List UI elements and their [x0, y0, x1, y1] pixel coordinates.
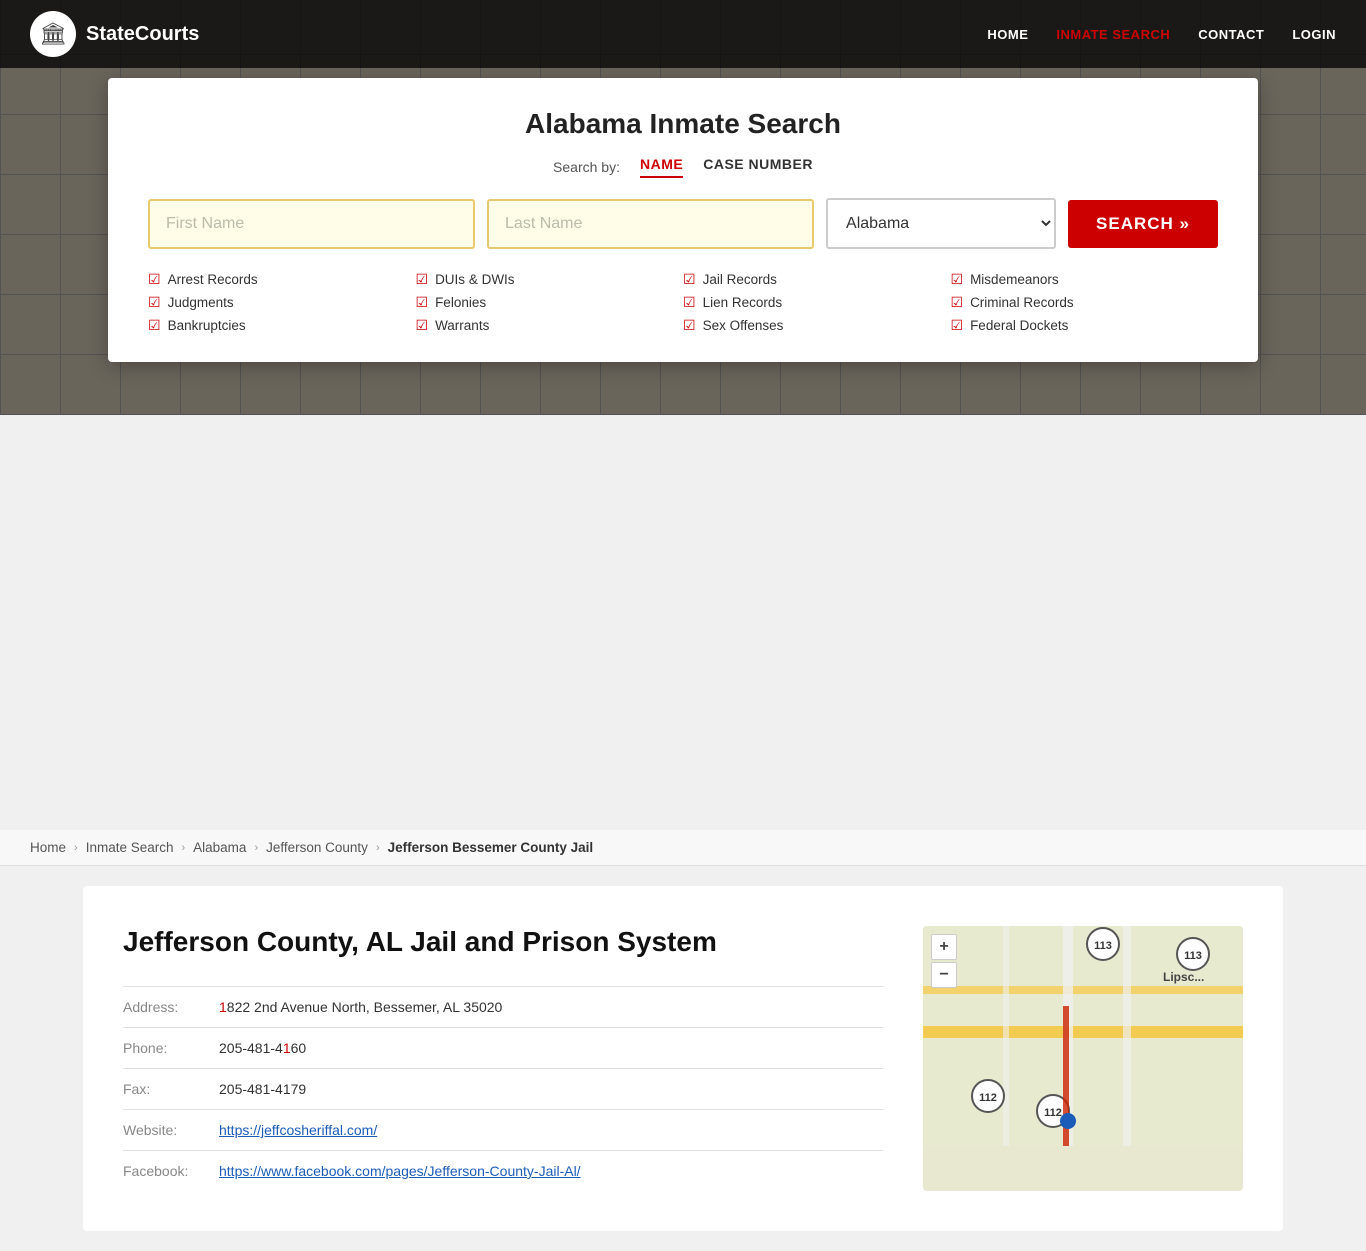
- breadcrumb-chevron: ›: [181, 842, 185, 854]
- map-svg: 113 113 112 112 Lipsc...: [923, 926, 1243, 1146]
- breadcrumb-chevron: ›: [376, 842, 380, 854]
- feature-label: Misdemeanors: [970, 272, 1059, 287]
- feature-felonies: ☑ Felonies: [416, 294, 684, 311]
- feature-federal-dockets: ☑ Federal Dockets: [951, 317, 1219, 334]
- address-label: Address:: [123, 999, 203, 1015]
- state-select[interactable]: Alabama Alaska Arizona Arkansas Californ…: [826, 198, 1056, 249]
- svg-text:112: 112: [1044, 1107, 1062, 1119]
- check-icon: ☑: [416, 317, 429, 334]
- check-icon: ☑: [951, 271, 964, 288]
- jail-title: Jefferson County, AL Jail and Prison Sys…: [123, 926, 883, 958]
- feature-label: Jail Records: [703, 272, 777, 287]
- feature-criminal-records: ☑ Criminal Records: [951, 294, 1219, 311]
- breadcrumb: Home › Inmate Search › Alabama › Jeffers…: [0, 830, 1366, 866]
- svg-text:112: 112: [979, 1092, 997, 1104]
- tab-case-number[interactable]: CASE NUMBER: [703, 156, 813, 178]
- search-button[interactable]: SEARCH »: [1068, 200, 1218, 248]
- breadcrumb-chevron: ›: [74, 842, 78, 854]
- logo-area: 🏛 StateCourts: [30, 11, 199, 57]
- feature-label: Arrest Records: [168, 272, 258, 287]
- feature-label: Felonies: [435, 295, 486, 310]
- nav-home[interactable]: HOME: [987, 27, 1028, 42]
- check-icon: ☑: [951, 294, 964, 311]
- breadcrumb-inmate-search[interactable]: Inmate Search: [86, 840, 174, 855]
- last-name-input[interactable]: [487, 199, 814, 249]
- feature-label: Judgments: [168, 295, 234, 310]
- breadcrumb-jefferson-county[interactable]: Jefferson County: [266, 840, 368, 855]
- breadcrumb-alabama[interactable]: Alabama: [193, 840, 246, 855]
- feature-jail-records: ☑ Jail Records: [683, 271, 951, 288]
- first-name-input[interactable]: [148, 199, 475, 249]
- feature-label: Warrants: [435, 318, 489, 333]
- address-text: 822 2nd Avenue North, Bessemer, AL 35020: [227, 999, 503, 1015]
- main-content: Jefferson County, AL Jail and Prison Sys…: [83, 886, 1283, 1231]
- svg-text:Lipsc...: Lipsc...: [1163, 970, 1204, 984]
- phone-label: Phone:: [123, 1040, 203, 1056]
- feature-judgments: ☑ Judgments: [148, 294, 416, 311]
- map-placeholder: 113 113 112 112 Lipsc... + −: [923, 926, 1243, 1146]
- breadcrumb-chevron: ›: [254, 842, 258, 854]
- feature-arrest-records: ☑ Arrest Records: [148, 271, 416, 288]
- check-icon: ☑: [416, 271, 429, 288]
- fax-value: 205-481-4179: [219, 1081, 306, 1097]
- fax-label: Fax:: [123, 1081, 203, 1097]
- check-icon: ☑: [683, 294, 696, 311]
- check-icon: ☑: [683, 317, 696, 334]
- map-zoom-out[interactable]: −: [931, 962, 957, 988]
- website-row: Website: https://jeffcosheriffal.com/: [123, 1109, 883, 1150]
- check-icon: ☑: [683, 271, 696, 288]
- feature-label: Sex Offenses: [703, 318, 784, 333]
- phone-value: 205-481-4160: [219, 1040, 306, 1056]
- nav-contact[interactable]: CONTACT: [1198, 27, 1264, 42]
- feature-warrants: ☑ Warrants: [416, 317, 684, 334]
- search-inputs-row: Alabama Alaska Arizona Arkansas Californ…: [148, 198, 1218, 249]
- nav-links: HOME INMATE SEARCH CONTACT LOGIN: [987, 27, 1336, 42]
- check-icon: ☑: [148, 271, 161, 288]
- search-modal: Alabama Inmate Search Search by: NAME CA…: [108, 78, 1258, 362]
- breadcrumb-current: Jefferson Bessemer County Jail: [388, 840, 594, 855]
- logo-icon: 🏛: [30, 11, 76, 57]
- check-icon: ☑: [148, 294, 161, 311]
- address-row: Address: 1822 2nd Avenue North, Bessemer…: [123, 986, 883, 1027]
- map-controls: + −: [931, 934, 957, 988]
- feature-label: Lien Records: [703, 295, 783, 310]
- tab-name[interactable]: NAME: [640, 156, 683, 178]
- website-label: Website:: [123, 1122, 203, 1138]
- phone-row: Phone: 205-481-4160: [123, 1027, 883, 1068]
- search-by-row: Search by: NAME CASE NUMBER: [148, 156, 1218, 178]
- check-icon: ☑: [148, 317, 161, 334]
- facebook-row: Facebook: https://www.facebook.com/pages…: [123, 1150, 883, 1191]
- feature-label: Criminal Records: [970, 295, 1074, 310]
- nav-login[interactable]: LOGIN: [1292, 27, 1336, 42]
- address-value: 1822 2nd Avenue North, Bessemer, AL 3502…: [219, 999, 502, 1015]
- feature-misdemeanors: ☑ Misdemeanors: [951, 271, 1219, 288]
- header: 🏛 StateCourts HOME INMATE SEARCH CONTACT…: [0, 0, 1366, 68]
- feature-label: Bankruptcies: [168, 318, 246, 333]
- svg-text:113: 113: [1184, 950, 1202, 962]
- check-icon: ☑: [416, 294, 429, 311]
- logo-text: StateCourts: [86, 23, 199, 46]
- fax-row: Fax: 205-481-4179: [123, 1068, 883, 1109]
- feature-bankruptcies: ☑ Bankruptcies: [148, 317, 416, 334]
- check-icon: ☑: [951, 317, 964, 334]
- svg-text:113: 113: [1094, 940, 1112, 952]
- website-link[interactable]: https://jeffcosheriffal.com/: [219, 1122, 377, 1138]
- feature-duis-dwis: ☑ DUIs & DWIs: [416, 271, 684, 288]
- nav-inmate-search[interactable]: INMATE SEARCH: [1056, 27, 1170, 42]
- search-by-label: Search by:: [553, 159, 620, 175]
- facebook-label: Facebook:: [123, 1163, 203, 1179]
- map-area: 113 113 112 112 Lipsc... + −: [923, 926, 1243, 1191]
- modal-title: Alabama Inmate Search: [148, 108, 1218, 140]
- feature-label: Federal Dockets: [970, 318, 1068, 333]
- content-left: Jefferson County, AL Jail and Prison Sys…: [123, 926, 883, 1191]
- feature-lien-records: ☑ Lien Records: [683, 294, 951, 311]
- map-zoom-in[interactable]: +: [931, 934, 957, 960]
- breadcrumb-home[interactable]: Home: [30, 840, 66, 855]
- feature-sex-offenses: ☑ Sex Offenses: [683, 317, 951, 334]
- feature-label: DUIs & DWIs: [435, 272, 515, 287]
- facebook-link[interactable]: https://www.facebook.com/pages/Jefferson…: [219, 1163, 581, 1179]
- features-row: ☑ Arrest Records ☑ DUIs & DWIs ☑ Jail Re…: [148, 271, 1218, 334]
